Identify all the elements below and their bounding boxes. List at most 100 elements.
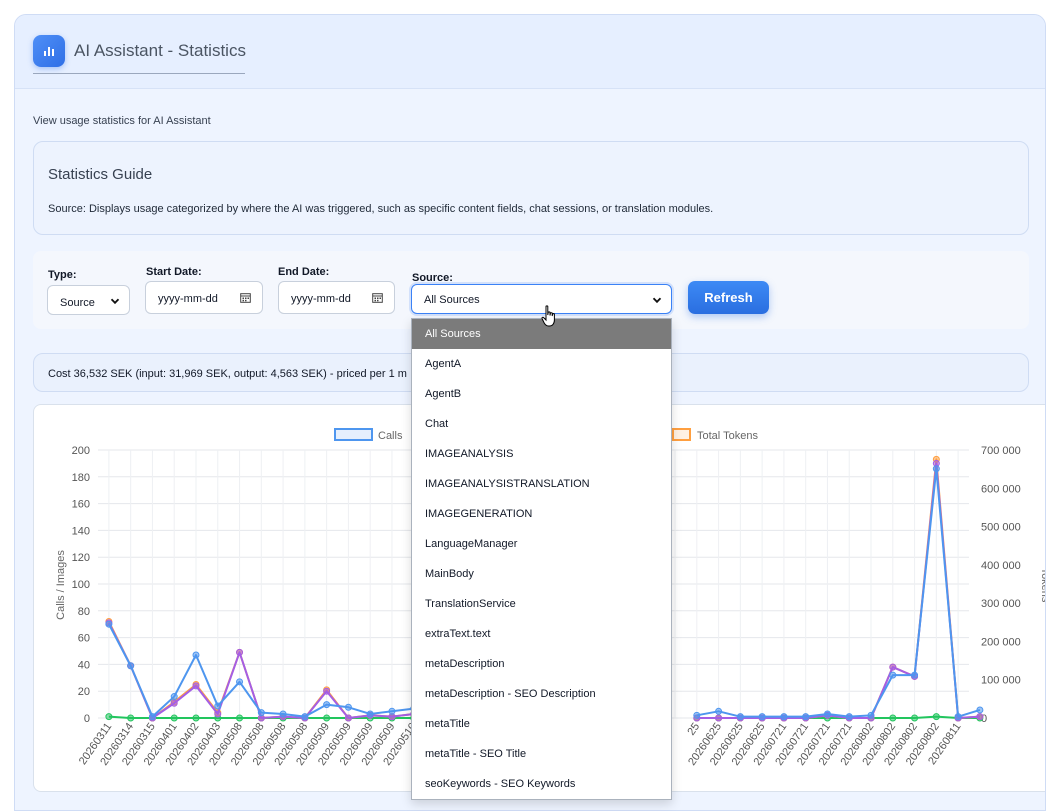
data-point <box>323 687 331 695</box>
data-point <box>366 710 374 718</box>
statistics-guide: Statistics Guide Source: Displays usage … <box>33 141 1029 235</box>
data-point <box>148 713 156 721</box>
type-select-value: Source <box>60 297 95 309</box>
data-point <box>889 714 897 722</box>
calendar-icon[interactable] <box>240 292 251 303</box>
data-point <box>388 707 396 715</box>
y-left-tick-label: 40 <box>78 659 90 671</box>
data-point <box>932 465 940 473</box>
dropdown-option[interactable]: Chat <box>412 409 671 439</box>
data-point <box>105 620 113 628</box>
data-point <box>257 709 265 717</box>
legend-label-calls: Calls <box>378 430 403 442</box>
y-left-tick-label: 200 <box>72 445 90 457</box>
data-point <box>127 714 135 722</box>
dropdown-option[interactable]: AgentA <box>412 349 671 379</box>
data-point <box>236 714 244 722</box>
data-point <box>889 663 897 671</box>
y-left-tick-label: 0 <box>84 713 90 725</box>
dropdown-option[interactable]: seoKeywords - SEO Keywords <box>412 769 671 799</box>
data-point <box>236 648 244 656</box>
data-point <box>867 711 875 719</box>
data-point <box>323 714 331 722</box>
data-point <box>758 713 766 721</box>
page-subtitle: View usage statistics for AI Assistant <box>33 115 211 127</box>
bar-chart-icon <box>33 35 65 67</box>
data-point <box>715 707 723 715</box>
data-point <box>932 713 940 721</box>
start-date-label: Start Date: <box>146 266 202 278</box>
dropdown-option[interactable]: metaTitle <box>412 709 671 739</box>
dropdown-option[interactable]: TranslationService <box>412 589 671 619</box>
data-point <box>323 701 331 709</box>
y-right-tick-label: 300 000 <box>981 598 1021 610</box>
data-point <box>344 703 352 711</box>
y-left-axis-title: Calls / Images <box>55 550 67 620</box>
y-right-tick-label: 400 000 <box>981 560 1021 572</box>
dropdown-option[interactable]: AgentB <box>412 379 671 409</box>
y-left-tick-label: 140 <box>72 525 90 537</box>
y-left-tick-label: 100 <box>72 579 90 591</box>
data-point <box>170 699 178 707</box>
data-point <box>954 713 962 721</box>
data-point <box>192 651 200 659</box>
data-point <box>911 714 919 722</box>
data-point <box>976 713 984 721</box>
page-title: AI Assistant - Statistics <box>74 41 246 60</box>
data-point <box>192 714 200 722</box>
data-point <box>301 713 309 721</box>
end-date-label: End Date: <box>278 266 330 278</box>
start-date-input[interactable]: yyyy-mm-dd <box>145 281 263 314</box>
legend-swatch-total-tokens <box>672 428 691 441</box>
dropdown-option[interactable]: metaTitle - SEO Title <box>412 739 671 769</box>
panel-header: AI Assistant - Statistics <box>15 15 1045 89</box>
data-point <box>344 714 352 722</box>
source-select-value: All Sources <box>424 294 480 306</box>
dropdown-option[interactable]: MainBody <box>412 559 671 589</box>
data-point <box>105 713 113 721</box>
end-date-input[interactable]: yyyy-mm-dd <box>278 281 395 314</box>
refresh-button[interactable]: Refresh <box>688 281 769 314</box>
data-point <box>736 713 744 721</box>
dropdown-option[interactable]: LanguageManager <box>412 529 671 559</box>
legend-label-total-tokens: Total Tokens <box>697 430 758 442</box>
dropdown-option[interactable]: IMAGEGENERATION <box>412 499 671 529</box>
chevron-down-icon <box>110 298 120 305</box>
series-line <box>696 462 980 719</box>
y-left-tick-label: 160 <box>72 499 90 511</box>
type-select[interactable]: Source <box>47 285 130 315</box>
dropdown-option[interactable]: metaDescription - SEO Description <box>412 679 671 709</box>
data-point <box>715 714 723 722</box>
chevron-down-icon <box>652 297 662 304</box>
data-point <box>911 671 919 679</box>
hand-cursor-icon <box>541 305 555 327</box>
y-right-tick-label: 100 000 <box>981 675 1021 687</box>
data-point <box>976 706 984 714</box>
calendar-icon[interactable] <box>372 292 383 303</box>
dropdown-option[interactable]: metaDescription <box>412 649 671 679</box>
data-point <box>780 713 788 721</box>
start-date-placeholder: yyyy-mm-dd <box>158 293 218 305</box>
end-date-placeholder: yyyy-mm-dd <box>291 293 351 305</box>
series-line <box>696 458 980 719</box>
y-left-tick-label: 180 <box>72 472 90 484</box>
source-label: Source: <box>412 272 453 284</box>
y-right-tick-label: 500 000 <box>981 522 1021 534</box>
title-divider <box>33 73 245 74</box>
data-point <box>192 682 200 690</box>
data-point <box>170 714 178 722</box>
data-point <box>823 710 831 718</box>
series-line <box>696 467 981 718</box>
data-point <box>889 671 897 679</box>
source-dropdown-list: All Sources AgentA AgentB Chat IMAGEANALYSIS… <box>411 318 672 800</box>
dropdown-option[interactable]: IMAGEANALYSIS <box>412 439 671 469</box>
dropdown-option[interactable]: IMAGEANALYSISTRANSLATION <box>412 469 671 499</box>
y-left-tick-label: 120 <box>72 552 90 564</box>
cost-text: Cost 36,532 SEK (input: 31,969 SEK, outp… <box>48 368 407 380</box>
y-right-axis-title: Tokens <box>1039 568 1046 603</box>
dropdown-option[interactable]: extraText.text <box>412 619 671 649</box>
data-point <box>214 710 222 718</box>
y-left-tick-label: 60 <box>78 633 90 645</box>
data-point <box>802 713 810 721</box>
guide-title: Statistics Guide <box>48 166 153 183</box>
